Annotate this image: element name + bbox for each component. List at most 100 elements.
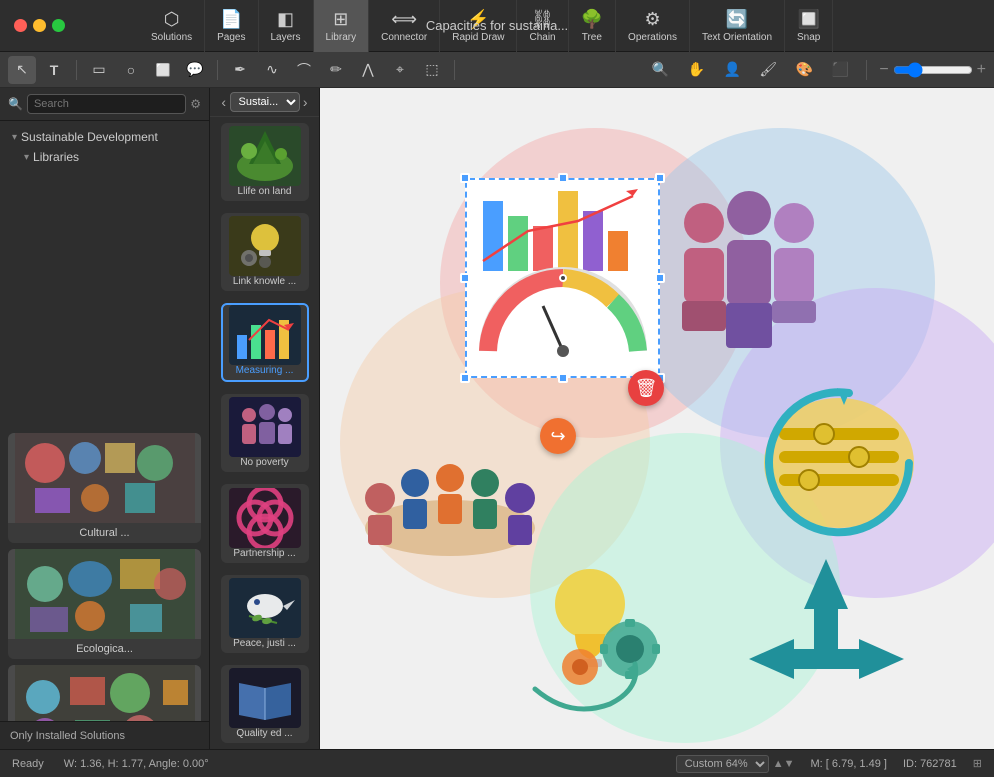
item-quality-ed[interactable]: Quality ed ...: [221, 665, 309, 743]
library-card-economic[interactable]: Economic ...: [8, 665, 201, 721]
item-peace-justice[interactable]: Peace, justi ...: [221, 575, 309, 653]
tool-polyline[interactable]: ⋀: [354, 56, 382, 84]
library-card-ecological[interactable]: Ecologica...: [8, 549, 201, 659]
library-thumb-economic: [8, 665, 201, 721]
item-partnership[interactable]: Partnership ...: [221, 484, 309, 562]
item-img-quality-ed: [229, 668, 301, 728]
toolbar-snap[interactable]: 🔲 Snap: [785, 0, 833, 52]
item-label-life-on-land: Llife on land: [221, 186, 309, 197]
tool-curve[interactable]: ∿: [258, 56, 286, 84]
item-measuring[interactable]: Measuring ...: [221, 303, 309, 382]
library-label-ecological: Ecologica...: [8, 639, 201, 659]
caret-icon: ▾: [12, 132, 17, 143]
trash-icon: 🗑: [635, 378, 658, 399]
tool-pointer[interactable]: ↖: [8, 56, 36, 84]
app-title: Capacities for sustaina...: [426, 18, 568, 33]
filter-icon[interactable]: ⚙: [190, 97, 201, 111]
window-controls: [0, 19, 79, 32]
move-icon: ↪: [550, 426, 565, 447]
toolbar-divider-2: [217, 60, 218, 80]
item-no-poverty[interactable]: No poverty: [221, 394, 309, 472]
tool-arc[interactable]: ⌒: [290, 56, 318, 84]
tool-paint[interactable]: 🎨: [790, 56, 818, 84]
tool-search[interactable]: 🔍: [646, 56, 674, 84]
solutions-icon: ⬡: [164, 9, 180, 30]
zoom-slider[interactable]: [893, 62, 973, 78]
canvas-people-item[interactable]: [654, 183, 834, 368]
fab-delete-button[interactable]: 🗑: [628, 370, 664, 406]
item-label-measuring: Measuring ...: [223, 365, 307, 376]
tool-frame[interactable]: ⬛: [826, 56, 854, 84]
item-img-measuring: [229, 305, 301, 365]
item-link-knowledge[interactable]: Link knowle ...: [221, 213, 309, 291]
item-img-partnership: [229, 488, 301, 548]
item-img-peace-justice: [229, 578, 301, 638]
nav-next-arrow[interactable]: ›: [300, 92, 312, 112]
tool-brush[interactable]: 🖌: [754, 56, 782, 84]
item-img-life-on-land: [229, 126, 301, 186]
canvas-innovation-item[interactable]: [520, 549, 700, 719]
tool-crop[interactable]: ⬚: [418, 56, 446, 84]
toolbar-right: 🔍 ✋ 👤 🖌 🎨 ⬛ − +: [646, 56, 986, 84]
titlebar: Capacities for sustaina... ⬡ Solutions 📄…: [0, 0, 994, 52]
search-input[interactable]: [27, 94, 186, 114]
item-label-peace-justice: Peace, justi ...: [221, 638, 309, 649]
tool-ellipse[interactable]: ○: [117, 56, 145, 84]
statusbar-expand-icon[interactable]: ⊞: [973, 757, 982, 770]
library-card-cultural[interactable]: Cultural ...: [8, 433, 201, 543]
canvas-area[interactable]: 🗑 ↪: [320, 88, 994, 749]
tool-user[interactable]: 👤: [718, 56, 746, 84]
zoom-select[interactable]: Custom 64% 50% 75% 100%: [676, 755, 769, 773]
item-life-on-land[interactable]: Llife on land: [221, 123, 309, 201]
items-panel-header: ‹ Sustai... ›: [210, 88, 319, 117]
item-img-no-poverty: [229, 397, 301, 457]
toolbar-textorientation[interactable]: 🔄 Text Orientation: [690, 0, 785, 52]
tree-libraries[interactable]: ▾ Libraries: [0, 147, 209, 167]
item-label-partnership: Partnership ...: [221, 548, 309, 559]
tool-comment[interactable]: 💬: [181, 56, 209, 84]
tool-textbox[interactable]: ⬜: [149, 56, 177, 84]
canvas-settings-item[interactable]: [749, 383, 934, 563]
tool-pencil[interactable]: ✏: [322, 56, 350, 84]
statusbar-right: Custom 64% 50% 75% 100% ▲▼ M: [ 6.79, 1.…: [676, 755, 982, 773]
tool-pan[interactable]: ✋: [682, 56, 710, 84]
main-layout: 🔍 ⚙ ▾ Sustainable Development ▾ Librarie…: [0, 88, 994, 749]
sidebar-tree: ▾ Sustainable Development ▾ Libraries: [0, 121, 209, 427]
toolbar-divider-1: [76, 60, 77, 80]
search-bar: 🔍 ⚙: [0, 88, 209, 121]
canvas-nav-item[interactable]: [739, 549, 914, 719]
layers-icon: ◧: [277, 9, 294, 30]
item-label-link-knowledge: Link knowle ...: [221, 276, 309, 287]
close-button[interactable]: [14, 19, 27, 32]
zoom-plus-icon: +: [977, 61, 986, 79]
zoom-expand-icon: ▲▼: [773, 758, 795, 770]
toolbar-layers[interactable]: ◧ Layers: [259, 0, 314, 52]
textorientation-icon: 🔄: [726, 9, 748, 30]
toolbar-pages[interactable]: 📄 Pages: [205, 0, 258, 52]
minimize-button[interactable]: [33, 19, 46, 32]
toolbar-operations[interactable]: ⚙ Operations: [616, 0, 690, 52]
zoom-minus-icon: −: [879, 61, 888, 79]
status-mouse: M: [ 6.79, 1.49 ]: [811, 758, 887, 770]
search-icon: 🔍: [8, 97, 23, 111]
canvas-background: 🗑 ↪: [320, 88, 994, 749]
items-panel-dropdown[interactable]: Sustai...: [230, 92, 300, 112]
tree-sustainable-dev[interactable]: ▾ Sustainable Development: [0, 127, 209, 147]
toolbar-divider-4: [866, 60, 867, 80]
library-thumb-ecological: [8, 549, 201, 639]
maximize-button[interactable]: [52, 19, 65, 32]
tree-icon: 🌳: [581, 9, 603, 30]
tool-rect[interactable]: ▭: [85, 56, 113, 84]
toolbar-tree[interactable]: 🌳 Tree: [569, 0, 616, 52]
nav-prev-arrow[interactable]: ‹: [218, 92, 230, 112]
item-img-link-knowledge: [229, 216, 301, 276]
toolbar-solutions[interactable]: ⬡ Solutions: [139, 0, 205, 52]
tool-text[interactable]: T: [40, 56, 68, 84]
toolbar-library[interactable]: ⊞ Library: [314, 0, 370, 52]
caret-icon-2: ▾: [24, 152, 29, 163]
library-thumb-cultural: [8, 433, 201, 523]
pages-icon: 📄: [220, 9, 242, 30]
tool-magicwand[interactable]: ⌖: [386, 56, 414, 84]
tool-pen[interactable]: ✒: [226, 56, 254, 84]
selected-item-measuring[interactable]: [465, 178, 660, 378]
